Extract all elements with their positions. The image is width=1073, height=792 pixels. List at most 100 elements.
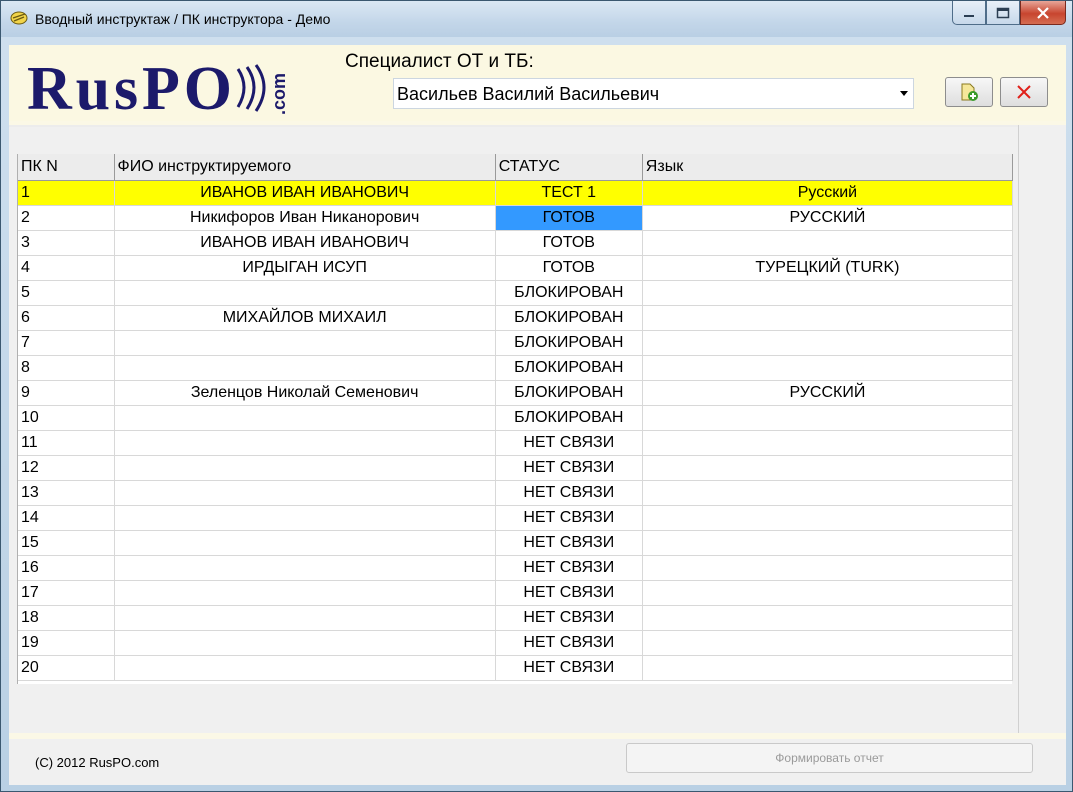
trainee-name-cell[interactable] (114, 530, 496, 556)
trainee-name-cell[interactable] (114, 505, 496, 531)
table-row[interactable]: 9 Зеленцов Николай Семенович БЛОКИРОВАН РУС… (18, 380, 1014, 406)
column-header-pc[interactable]: ПК N (18, 154, 115, 181)
language-cell[interactable] (642, 430, 1014, 456)
pc-number-cell[interactable]: 11 (18, 430, 115, 456)
language-cell[interactable] (642, 530, 1014, 556)
column-header-status[interactable]: СТАТУС (495, 154, 643, 181)
table-row[interactable]: 6 МИХАЙЛОВ МИХАИЛ БЛОКИРОВАН (18, 305, 1014, 331)
pc-number-cell[interactable]: 2 (18, 205, 115, 231)
pc-number-cell[interactable]: 9 (18, 380, 115, 406)
delete-specialist-button[interactable] (1000, 77, 1048, 107)
trainee-name-cell[interactable] (114, 480, 496, 506)
trainee-name-cell[interactable] (114, 605, 496, 631)
pc-number-cell[interactable]: 6 (18, 305, 115, 331)
status-cell[interactable]: ГОТОВ (495, 230, 643, 256)
status-cell[interactable]: ГОТОВ (495, 255, 643, 281)
trainee-name-cell[interactable] (114, 430, 496, 456)
language-cell[interactable]: ТУРЕЦКИЙ (TURK) (642, 255, 1014, 281)
trainee-name-cell[interactable] (114, 630, 496, 656)
status-cell[interactable]: НЕТ СВЯЗИ (495, 655, 643, 681)
minimize-button[interactable] (952, 1, 986, 25)
pc-number-cell[interactable]: 14 (18, 505, 115, 531)
table-row[interactable]: 13 НЕТ СВЯЗИ (18, 480, 1014, 506)
status-cell[interactable]: НЕТ СВЯЗИ (495, 630, 643, 656)
trainee-name-cell[interactable]: Никифоров Иван Никанорович (114, 205, 496, 231)
trainee-name-cell[interactable]: МИХАЙЛОВ МИХАИЛ (114, 305, 496, 331)
language-cell[interactable] (642, 605, 1014, 631)
pc-number-cell[interactable]: 17 (18, 580, 115, 606)
column-header-language[interactable]: Язык (642, 154, 1014, 181)
pc-number-cell[interactable]: 10 (18, 405, 115, 431)
trainee-name-cell[interactable] (114, 580, 496, 606)
table-row[interactable]: 8 БЛОКИРОВАН (18, 355, 1014, 381)
status-cell[interactable]: ТЕСТ 1 (495, 180, 643, 206)
status-cell[interactable]: НЕТ СВЯЗИ (495, 430, 643, 456)
trainee-name-cell[interactable]: ИВАНОВ ИВАН ИВАНОВИЧ (114, 230, 496, 256)
status-cell[interactable]: НЕТ СВЯЗИ (495, 580, 643, 606)
pc-number-cell[interactable]: 7 (18, 330, 115, 356)
pc-number-cell[interactable]: 5 (18, 280, 115, 306)
table-row[interactable]: 12 НЕТ СВЯЗИ (18, 455, 1014, 481)
trainee-name-cell[interactable] (114, 655, 496, 681)
status-cell[interactable]: БЛОКИРОВАН (495, 355, 643, 381)
pc-number-cell[interactable]: 18 (18, 605, 115, 631)
status-cell[interactable]: НЕТ СВЯЗИ (495, 505, 643, 531)
table-row[interactable]: 10 БЛОКИРОВАН (18, 405, 1014, 431)
language-cell[interactable]: РУССКИЙ (642, 205, 1014, 231)
status-cell[interactable]: НЕТ СВЯЗИ (495, 555, 643, 581)
column-header-name[interactable]: ФИО инструктируемого (114, 154, 496, 181)
trainee-name-cell[interactable]: ИРДЫГАН ИСУП (114, 255, 496, 281)
pc-number-cell[interactable]: 8 (18, 355, 115, 381)
language-cell[interactable] (642, 655, 1014, 681)
status-cell[interactable]: БЛОКИРОВАН (495, 330, 643, 356)
trainee-name-cell[interactable] (114, 455, 496, 481)
status-cell[interactable]: НЕТ СВЯЗИ (495, 480, 643, 506)
table-row[interactable]: 4 ИРДЫГАН ИСУП ГОТОВ ТУРЕЦКИЙ (TURK) (18, 255, 1014, 281)
table-row[interactable]: 15 НЕТ СВЯЗИ (18, 530, 1014, 556)
generate-report-button[interactable]: Формировать отчет (626, 743, 1033, 773)
pc-number-cell[interactable]: 19 (18, 630, 115, 656)
language-cell[interactable]: РУССКИЙ (642, 380, 1014, 406)
table-row[interactable]: 11 НЕТ СВЯЗИ (18, 430, 1014, 456)
language-cell[interactable] (642, 280, 1014, 306)
pc-number-cell[interactable]: 20 (18, 655, 115, 681)
status-cell[interactable]: БЛОКИРОВАН (495, 380, 643, 406)
table-row[interactable]: 18 НЕТ СВЯЗИ (18, 605, 1014, 631)
trainee-name-cell[interactable]: Зеленцов Николай Семенович (114, 380, 496, 406)
status-cell[interactable]: БЛОКИРОВАН (495, 305, 643, 331)
table-row[interactable]: 20 НЕТ СВЯЗИ (18, 655, 1014, 681)
table-row[interactable]: 5 БЛОКИРОВАН (18, 280, 1014, 306)
language-cell[interactable] (642, 305, 1014, 331)
language-cell[interactable] (642, 455, 1014, 481)
trainee-name-cell[interactable] (114, 330, 496, 356)
status-cell[interactable]: НЕТ СВЯЗИ (495, 455, 643, 481)
status-cell[interactable]: ГОТОВ (495, 205, 643, 231)
trainee-name-cell[interactable] (114, 280, 496, 306)
language-cell[interactable] (642, 555, 1014, 581)
title-bar[interactable]: Вводный инструктаж / ПК инструктора - Де… (1, 1, 1072, 37)
table-row[interactable]: 17 НЕТ СВЯЗИ (18, 580, 1014, 606)
table-row[interactable]: 3 ИВАНОВ ИВАН ИВАНОВИЧ ГОТОВ (18, 230, 1014, 256)
close-window-button[interactable] (1020, 1, 1066, 25)
language-cell[interactable] (642, 480, 1014, 506)
status-cell[interactable]: НЕТ СВЯЗИ (495, 605, 643, 631)
status-cell[interactable]: НЕТ СВЯЗИ (495, 530, 643, 556)
language-cell[interactable] (642, 630, 1014, 656)
language-cell[interactable] (642, 330, 1014, 356)
status-cell[interactable]: БЛОКИРОВАН (495, 405, 643, 431)
language-cell[interactable] (642, 505, 1014, 531)
trainee-name-cell[interactable] (114, 555, 496, 581)
pc-number-cell[interactable]: 13 (18, 480, 115, 506)
language-cell[interactable] (642, 405, 1014, 431)
table-row[interactable]: 1 ИВАНОВ ИВАН ИВАНОВИЧ ТЕСТ 1 Русский (18, 180, 1014, 206)
table-row[interactable]: 2 Никифоров Иван Никанорович ГОТОВ РУССКИЙ (18, 205, 1014, 231)
language-cell[interactable] (642, 230, 1014, 256)
add-specialist-button[interactable] (945, 77, 993, 107)
pc-number-cell[interactable]: 4 (18, 255, 115, 281)
trainee-name-cell[interactable] (114, 405, 496, 431)
pc-number-cell[interactable]: 1 (18, 180, 115, 206)
trainee-name-cell[interactable] (114, 355, 496, 381)
table-row[interactable]: 19 НЕТ СВЯЗИ (18, 630, 1014, 656)
table-row[interactable]: 16 НЕТ СВЯЗИ (18, 555, 1014, 581)
pc-number-cell[interactable]: 15 (18, 530, 115, 556)
